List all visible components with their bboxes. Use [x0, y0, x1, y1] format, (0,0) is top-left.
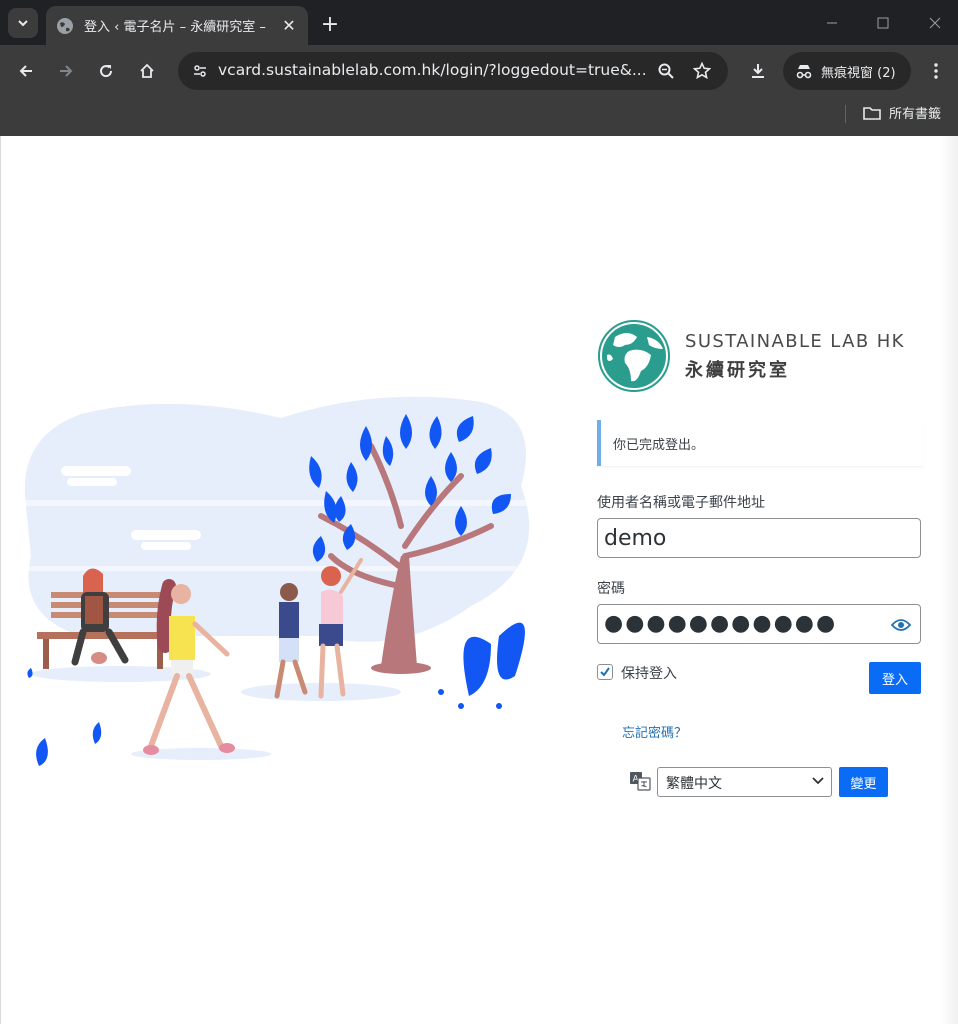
all-bookmarks-button[interactable]: 所有書籤 [863, 103, 941, 122]
username-value: demo [604, 526, 667, 551]
incognito-indicator[interactable]: 無痕視窗 (2) [783, 52, 911, 90]
forgot-password-link[interactable]: 忘記密碼？ [622, 722, 923, 741]
tab-search-button[interactable] [8, 8, 38, 38]
folder-icon [863, 106, 881, 120]
download-icon [752, 64, 764, 78]
tab-strip: 登入 ‹ 電子名片 – 永續研究室 – ✕ + [0, 0, 958, 45]
close-icon [929, 17, 941, 29]
bookmark-star-icon[interactable] [688, 57, 716, 85]
chevron-down-icon [18, 20, 28, 27]
globe-icon [57, 17, 73, 34]
kebab-menu-icon [934, 63, 938, 79]
scroll-shadow [940, 136, 958, 1024]
maximize-button[interactable] [868, 8, 898, 38]
minimize-button[interactable] [817, 8, 847, 38]
logo-name-en: SUSTAINABLE LAB HK [685, 330, 905, 352]
home-button[interactable] [131, 55, 163, 87]
reload-icon [100, 65, 113, 78]
language-select[interactable]: 繁體中文 [657, 767, 832, 797]
reload-button[interactable] [90, 55, 122, 87]
logo-name-zh: 永續研究室 [685, 359, 790, 381]
bookmarks-divider [845, 105, 846, 123]
bush [438, 622, 525, 709]
change-language-button[interactable]: 變更 [839, 767, 888, 797]
chevron-down-icon [812, 777, 824, 785]
remember-row: 保持登入 登入 [597, 662, 923, 694]
forward-button[interactable] [50, 55, 82, 87]
checkmark-icon [600, 667, 610, 677]
login-button[interactable]: 登入 [869, 662, 921, 694]
back-button[interactable] [10, 55, 42, 87]
incognito-icon [796, 65, 812, 79]
park-illustration [21, 396, 541, 766]
incognito-label: 無痕視窗 (2) [821, 65, 896, 81]
browser-tab-active[interactable]: 登入 ‹ 電子名片 – 永續研究室 – ✕ [46, 6, 308, 45]
zoom-icon[interactable] [652, 57, 680, 85]
password-field[interactable]: ●●●●●●●●●●● [597, 604, 921, 644]
site-info-icon[interactable] [186, 57, 214, 85]
new-tab-button[interactable]: + [316, 10, 344, 38]
brand-logo[interactable]: SUSTAINABLE LAB HK 永續研究室 [597, 316, 923, 396]
maximize-icon [877, 17, 889, 29]
remember-label[interactable]: 保持登入 [621, 663, 677, 683]
url-text: vcard.sustainablelab.com.hk/login/?logge… [218, 61, 647, 79]
language-switcher: A 繁體中文 變更 [629, 766, 891, 798]
username-label: 使用者名稱或電子郵件地址 [597, 495, 765, 511]
arrow-right-icon [60, 65, 73, 77]
password-value: ●●●●●●●●●●● [604, 611, 838, 636]
translate-icon: A [630, 772, 651, 791]
remember-checkbox[interactable] [597, 664, 613, 680]
minimize-icon [827, 22, 837, 24]
language-selected: 繁體中文 [666, 776, 722, 792]
ground-leaves [27, 668, 102, 766]
arrow-left-icon [19, 65, 32, 77]
browser-chrome: 登入 ‹ 電子名片 – 永續研究室 – ✕ + vcard.sustainabl… [0, 0, 958, 136]
username-field[interactable]: demo [597, 518, 921, 558]
show-password-icon[interactable] [890, 614, 912, 636]
logo-text: SUSTAINABLE LAB HK 永續研究室 [685, 331, 905, 382]
browser-toolbar: vcard.sustainablelab.com.hk/login/?logge… [0, 45, 958, 97]
logout-notice: 你已完成登出。 [597, 420, 923, 466]
address-bar[interactable]: vcard.sustainablelab.com.hk/login/?logge… [178, 52, 728, 90]
tab-title: 登入 ‹ 電子名片 – 永續研究室 – [84, 20, 266, 35]
bookmarks-bar: 所有書籤 [0, 97, 958, 136]
close-window-button[interactable] [920, 8, 950, 38]
globe-logo-icon [598, 320, 670, 392]
page-content: SUSTAINABLE LAB HK 永續研究室 你已完成登出。 使用者名稱或電… [0, 136, 958, 1024]
home-icon [140, 63, 154, 78]
menu-button[interactable] [920, 55, 952, 87]
downloads-button[interactable] [742, 55, 774, 87]
password-label: 密碼 [597, 581, 625, 597]
all-bookmarks-label: 所有書籤 [889, 107, 942, 122]
tab-close-icon[interactable]: ✕ [280, 16, 298, 35]
login-panel: SUSTAINABLE LAB HK 永續研究室 你已完成登出。 使用者名稱或電… [597, 316, 923, 741]
